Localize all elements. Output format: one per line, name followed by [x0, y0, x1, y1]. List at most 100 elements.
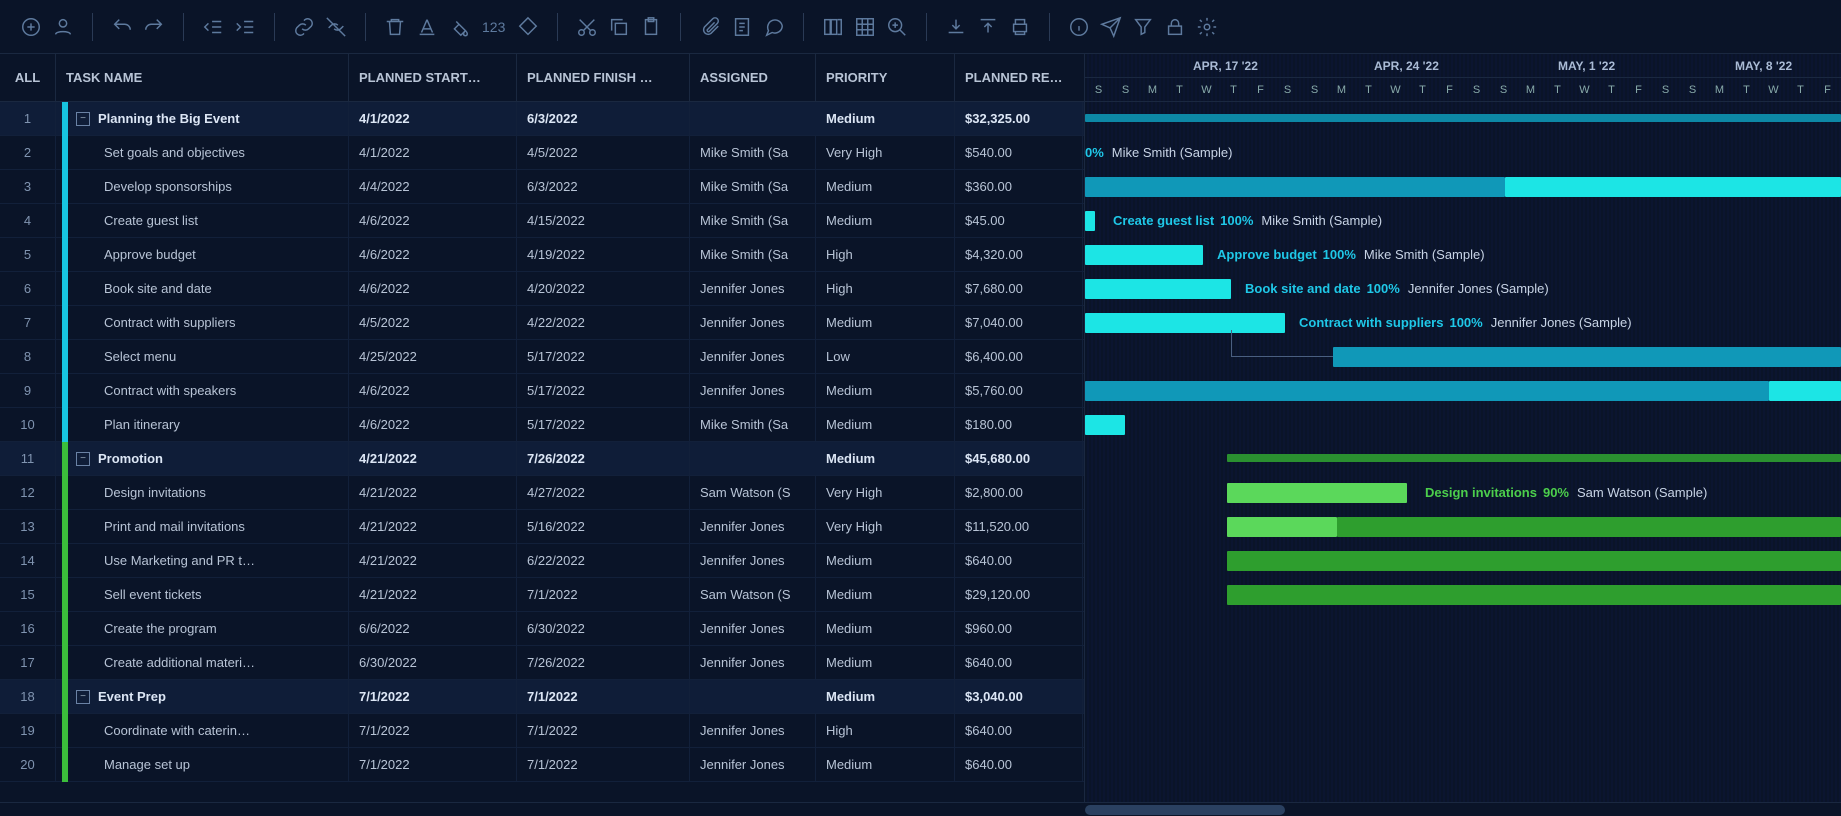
- task-bar[interactable]: [1227, 551, 1841, 571]
- cell-finish[interactable]: 4/19/2022: [517, 238, 690, 272]
- cell-assigned[interactable]: Mike Smith (Sa: [690, 238, 816, 272]
- cell-priority[interactable]: Medium: [816, 612, 955, 646]
- cell-task-name[interactable]: Use Marketing and PR t…: [56, 544, 349, 578]
- task-row[interactable]: 9Contract with speakers4/6/20225/17/2022…: [0, 374, 1084, 408]
- text-format-icon[interactable]: [414, 14, 440, 40]
- task-row[interactable]: 7Contract with suppliers4/5/20224/22/202…: [0, 306, 1084, 340]
- task-row[interactable]: 8Select menu4/25/20225/17/2022Jennifer J…: [0, 340, 1084, 374]
- cell-task-name[interactable]: Print and mail invitations: [56, 510, 349, 544]
- cell-revenue[interactable]: $7,680.00: [955, 272, 1083, 306]
- trash-icon[interactable]: [382, 14, 408, 40]
- cell-start[interactable]: 4/21/2022: [349, 476, 517, 510]
- cell-task-name[interactable]: Set goals and objectives: [56, 136, 349, 170]
- cell-priority[interactable]: Very High: [816, 510, 955, 544]
- task-row[interactable]: 19Coordinate with caterin…7/1/20227/1/20…: [0, 714, 1084, 748]
- link-icon[interactable]: [291, 14, 317, 40]
- person-icon[interactable]: [50, 14, 76, 40]
- cell-assigned[interactable]: Mike Smith (Sa: [690, 136, 816, 170]
- column-assigned[interactable]: ASSIGNED: [690, 54, 816, 102]
- indent-icon[interactable]: [232, 14, 258, 40]
- task-row[interactable]: 20Manage set up7/1/20227/1/2022Jennifer …: [0, 748, 1084, 782]
- cell-revenue[interactable]: $540.00: [955, 136, 1083, 170]
- task-row[interactable]: 1−Planning the Big Event4/1/20226/3/2022…: [0, 102, 1084, 136]
- cell-revenue[interactable]: $7,040.00: [955, 306, 1083, 340]
- column-planned-start[interactable]: PLANNED START…: [349, 54, 517, 102]
- task-row[interactable]: 10Plan itinerary4/6/20225/17/2022Mike Sm…: [0, 408, 1084, 442]
- task-row[interactable]: 15Sell event tickets4/21/20227/1/2022Sam…: [0, 578, 1084, 612]
- cell-assigned[interactable]: Jennifer Jones: [690, 374, 816, 408]
- cut-icon[interactable]: [574, 14, 600, 40]
- cell-task-name[interactable]: Contract with speakers: [56, 374, 349, 408]
- task-bar[interactable]: [1227, 483, 1407, 503]
- cell-priority[interactable]: Medium: [816, 170, 955, 204]
- cell-priority[interactable]: Medium: [816, 204, 955, 238]
- cell-priority[interactable]: Very High: [816, 476, 955, 510]
- cell-start[interactable]: 4/6/2022: [349, 238, 517, 272]
- cell-assigned[interactable]: Mike Smith (Sa: [690, 170, 816, 204]
- cell-task-name[interactable]: Approve budget: [56, 238, 349, 272]
- task-row[interactable]: 3Develop sponsorships4/4/20226/3/2022Mik…: [0, 170, 1084, 204]
- cell-priority[interactable]: Medium: [816, 646, 955, 680]
- cell-assigned[interactable]: Jennifer Jones: [690, 612, 816, 646]
- cell-finish[interactable]: 6/3/2022: [517, 170, 690, 204]
- download-icon[interactable]: [943, 14, 969, 40]
- settings-icon[interactable]: [1194, 14, 1220, 40]
- cell-start[interactable]: 4/25/2022: [349, 340, 517, 374]
- number-format[interactable]: 123: [478, 19, 509, 35]
- task-row[interactable]: 17Create additional materi…6/30/20227/26…: [0, 646, 1084, 680]
- task-bar-overlay[interactable]: [1337, 517, 1841, 537]
- cell-assigned[interactable]: Sam Watson (S: [690, 578, 816, 612]
- task-row[interactable]: 5Approve budget4/6/20224/19/2022Mike Smi…: [0, 238, 1084, 272]
- cell-assigned[interactable]: Jennifer Jones: [690, 544, 816, 578]
- info-icon[interactable]: [1066, 14, 1092, 40]
- cell-assigned[interactable]: Jennifer Jones: [690, 272, 816, 306]
- cell-revenue[interactable]: $2,800.00: [955, 476, 1083, 510]
- cell-task-name[interactable]: Develop sponsorships: [56, 170, 349, 204]
- cell-start[interactable]: 4/4/2022: [349, 170, 517, 204]
- collapse-toggle-icon[interactable]: −: [76, 690, 90, 704]
- cell-task-name[interactable]: Design invitations: [56, 476, 349, 510]
- cell-assigned[interactable]: Jennifer Jones: [690, 646, 816, 680]
- cell-revenue[interactable]: $4,320.00: [955, 238, 1083, 272]
- cell-priority[interactable]: Medium: [816, 680, 955, 714]
- cell-finish[interactable]: 4/22/2022: [517, 306, 690, 340]
- cell-start[interactable]: 7/1/2022: [349, 714, 517, 748]
- cell-revenue[interactable]: $5,760.00: [955, 374, 1083, 408]
- attachment-icon[interactable]: [697, 14, 723, 40]
- cell-start[interactable]: 7/1/2022: [349, 680, 517, 714]
- comment-icon[interactable]: [761, 14, 787, 40]
- cell-finish[interactable]: 4/5/2022: [517, 136, 690, 170]
- print-icon[interactable]: [1007, 14, 1033, 40]
- cell-revenue[interactable]: $640.00: [955, 646, 1083, 680]
- task-bar[interactable]: [1085, 177, 1505, 197]
- cell-task-name[interactable]: Contract with suppliers: [56, 306, 349, 340]
- cell-task-name[interactable]: Create guest list: [56, 204, 349, 238]
- undo-icon[interactable]: [109, 14, 135, 40]
- summary-bar[interactable]: [1085, 114, 1841, 122]
- cell-priority[interactable]: High: [816, 714, 955, 748]
- horizontal-scrollbar[interactable]: [0, 802, 1841, 816]
- cell-start[interactable]: 4/1/2022: [349, 136, 517, 170]
- cell-revenue[interactable]: $180.00: [955, 408, 1083, 442]
- cell-priority[interactable]: Medium: [816, 578, 955, 612]
- cell-start[interactable]: 4/5/2022: [349, 306, 517, 340]
- cell-finish[interactable]: 7/26/2022: [517, 646, 690, 680]
- cell-priority[interactable]: Medium: [816, 544, 955, 578]
- cell-priority[interactable]: High: [816, 238, 955, 272]
- cell-task-name[interactable]: −Event Prep: [56, 680, 349, 714]
- cell-finish[interactable]: 7/1/2022: [517, 578, 690, 612]
- task-row[interactable]: 11−Promotion4/21/20227/26/2022Medium$45,…: [0, 442, 1084, 476]
- columns-icon[interactable]: [820, 14, 846, 40]
- column-all[interactable]: ALL: [0, 54, 56, 101]
- cell-assigned[interactable]: Jennifer Jones: [690, 748, 816, 782]
- task-row[interactable]: 12Design invitations4/21/20224/27/2022Sa…: [0, 476, 1084, 510]
- task-bar[interactable]: [1085, 279, 1231, 299]
- cell-start[interactable]: 7/1/2022: [349, 748, 517, 782]
- cell-task-name[interactable]: Plan itinerary: [56, 408, 349, 442]
- summary-bar[interactable]: [1227, 454, 1841, 462]
- task-bar-overlay[interactable]: [1769, 381, 1841, 401]
- cell-assigned[interactable]: Jennifer Jones: [690, 510, 816, 544]
- cell-finish[interactable]: 5/17/2022: [517, 374, 690, 408]
- cell-assigned[interactable]: Jennifer Jones: [690, 306, 816, 340]
- cell-task-name[interactable]: Book site and date: [56, 272, 349, 306]
